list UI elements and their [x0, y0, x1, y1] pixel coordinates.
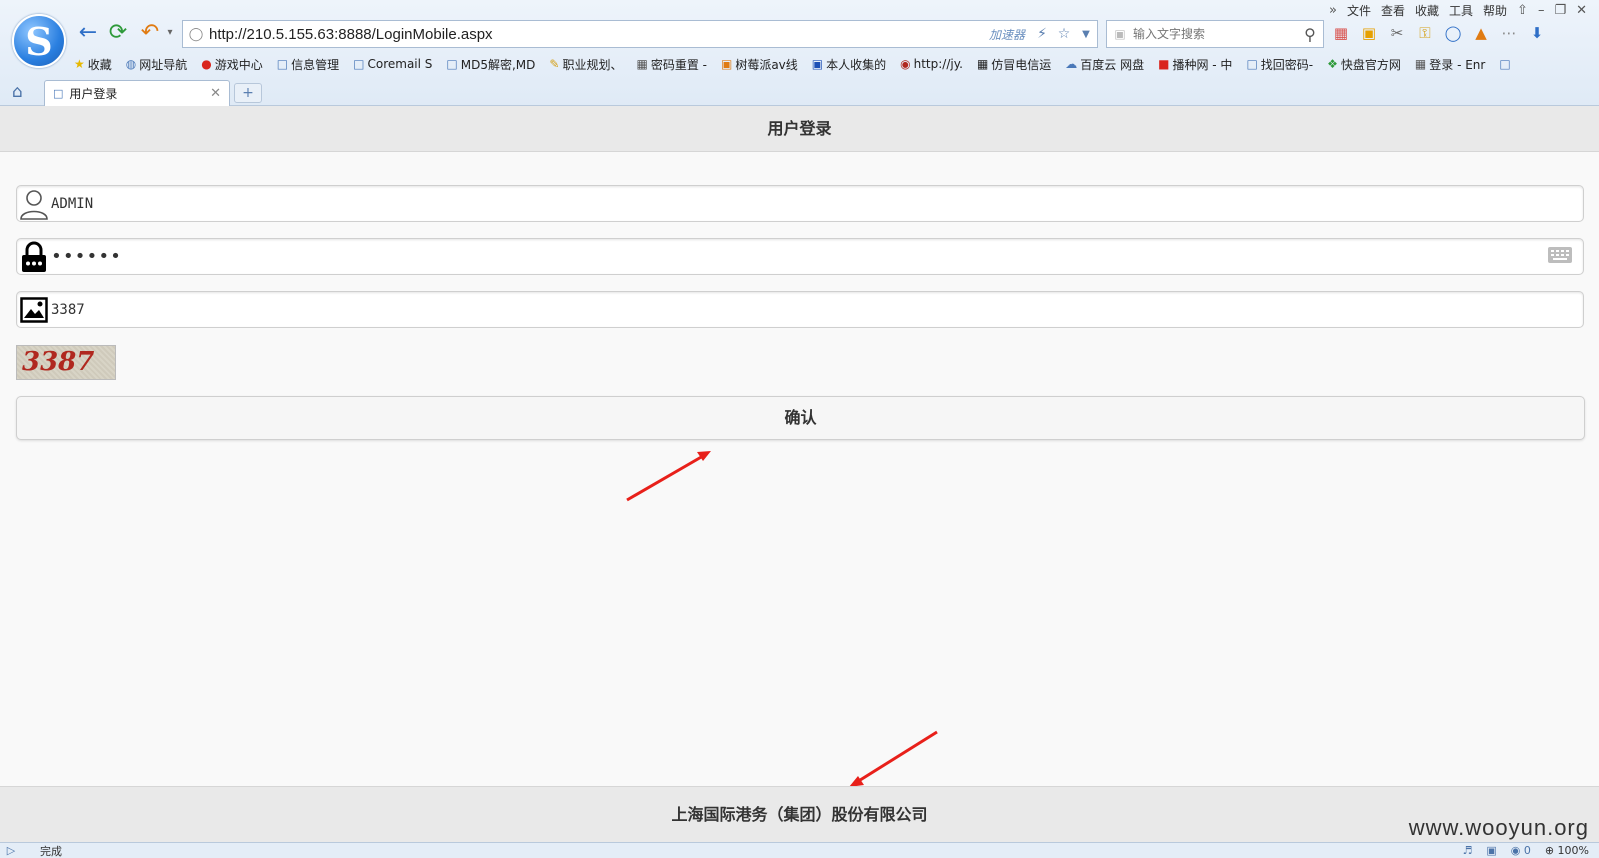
ad-block-icon[interactable]: ◉ 0 [1511, 844, 1531, 857]
annotation-arrow [626, 451, 711, 502]
watermark: www.wooyun.org [1408, 815, 1589, 840]
zoom-level[interactable]: ⊕ 100% [1545, 844, 1589, 857]
zoom-value: 100% [1557, 844, 1589, 857]
annotation-arrow [849, 730, 938, 787]
volume-icon[interactable]: ♬ [1462, 844, 1472, 857]
sidebar-toggle-icon[interactable]: ▷ [0, 844, 22, 857]
ad-block-count: 0 [1523, 844, 1531, 857]
status-text: 完成 [40, 844, 62, 858]
tool-icon[interactable]: ▣ [1486, 844, 1496, 857]
footer-company: 上海国际港务（集团）股份有限公司 [0, 786, 1599, 842]
status-bar: ▷ 完成 ♬ ▣ ◉ 0 ⊕ 100% [0, 842, 1599, 858]
zoom-icon: ⊕ [1544, 844, 1555, 857]
annotation-arrows [626, 451, 938, 787]
